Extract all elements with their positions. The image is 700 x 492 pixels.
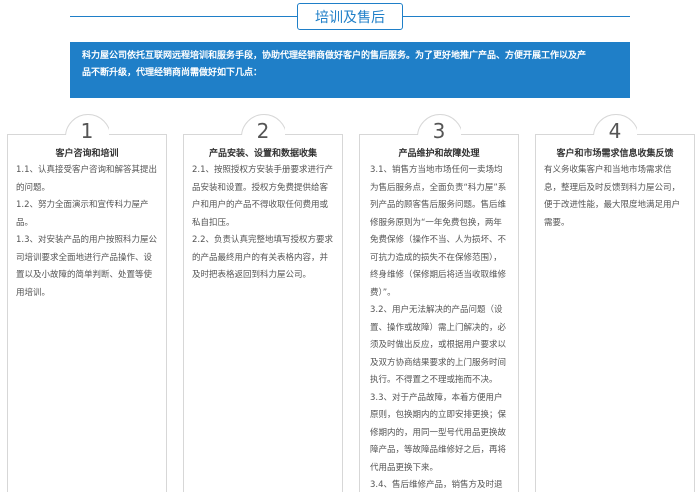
card-paragraph: 1.3、对安装产品的用户按照科力屋公司培训要求全面地进行产品操作、设置以及小故障… (16, 235, 158, 298)
card-paragraph: 3.2、用户无法解决的产品问题（设置、操作或故障）需上门解决的，必须及时做出反应… (370, 305, 507, 385)
card-paragraph: 1.1、认真接受客户咨询和解答其提出的问题。 (16, 165, 158, 193)
intro-text-line-2: 品不断升级，代理经销商尚需做好如下几点： (82, 68, 263, 78)
card-body: 1.1、认真接受客户咨询和解答其提出的问题。 1.2、努力全面演示和宣传科力屋产… (16, 162, 158, 302)
card-number: 2 (256, 119, 270, 143)
section-title: 培训及售后 (315, 9, 385, 26)
card-number: 4 (608, 119, 622, 143)
card-paragraph: 1.2、努力全面演示和宣传科力屋产品。 (16, 200, 149, 228)
card-title: 产品维护和故障处理 (398, 149, 480, 159)
card-number: 1 (80, 119, 94, 143)
section-title-box: 培训及售后 (297, 3, 403, 30)
card-title: 客户咨询和培训 (55, 149, 119, 159)
service-card-maintenance: 3 产品维护和故障处理 3.1、销售方当地市场任何一卖场均为售后服务点，全面负责… (359, 114, 519, 492)
card-paragraph: 3.4、售后维修产品，销售方及时退回授权方处理。 (370, 480, 503, 490)
card-paragraph: 3.1、销售方当地市场任何一卖场均为售后服务点，全面负责“科力屋”系列产品的顾客… (370, 165, 507, 298)
service-card-feedback: 4 客户和市场需求信息收集反馈 有义务收集客户和当地市场需求信息，整理后及时反馈… (535, 114, 695, 492)
card-body: 2.1、按照授权方安装手册要求进行产品安装和设置。授权方免费提供给客户和用户的产… (192, 162, 334, 285)
card-title: 产品安装、设置和数据收集 (208, 149, 317, 159)
card-number: 3 (432, 119, 446, 143)
card-paragraph: 2.2、负责认真完整地填写授权方要求的产品最终用户的有关表格内容，并及时把表格返… (192, 235, 334, 280)
intro-text-line-1: 科力屋公司依托互联网远程培训和服务手段，协助代理经销商做好客户的售后服务。为了更… (82, 51, 587, 61)
service-card-installation: 2 产品安装、设置和数据收集 2.1、按照授权方安装手册要求进行产品安装和设置。… (183, 114, 343, 492)
card-body: 3.1、销售方当地市场任何一卖场均为售后服务点，全面负责“科力屋”系列产品的顾客… (370, 162, 508, 492)
card-paragraph: 有义务收集客户和当地市场需求信息，整理后及时反馈到科力屋公司，便于改进性能，最大… (544, 165, 681, 228)
card-paragraph: 2.1、按照授权方安装手册要求进行产品安装和设置。授权方免费提供给客户和用户的产… (192, 165, 334, 228)
service-card-consulting: 1 客户咨询和培训 1.1、认真接受客户咨询和解答其提出的问题。 1.2、努力全… (7, 114, 167, 492)
intro-banner: 科力屋公司依托互联网远程培训和服务手段，协助代理经销商做好客户的售后服务。为了更… (70, 42, 630, 98)
card-paragraph: 3.3、对于产品故障，本着方便用户原则，包换期内的立即安排更换；保修期内的，用同… (370, 392, 507, 473)
card-title: 客户和市场需求信息收集反馈 (556, 149, 674, 159)
card-body: 有义务收集客户和当地市场需求信息，整理后及时反馈到科力屋公司，便于改进性能，最大… (544, 162, 686, 232)
